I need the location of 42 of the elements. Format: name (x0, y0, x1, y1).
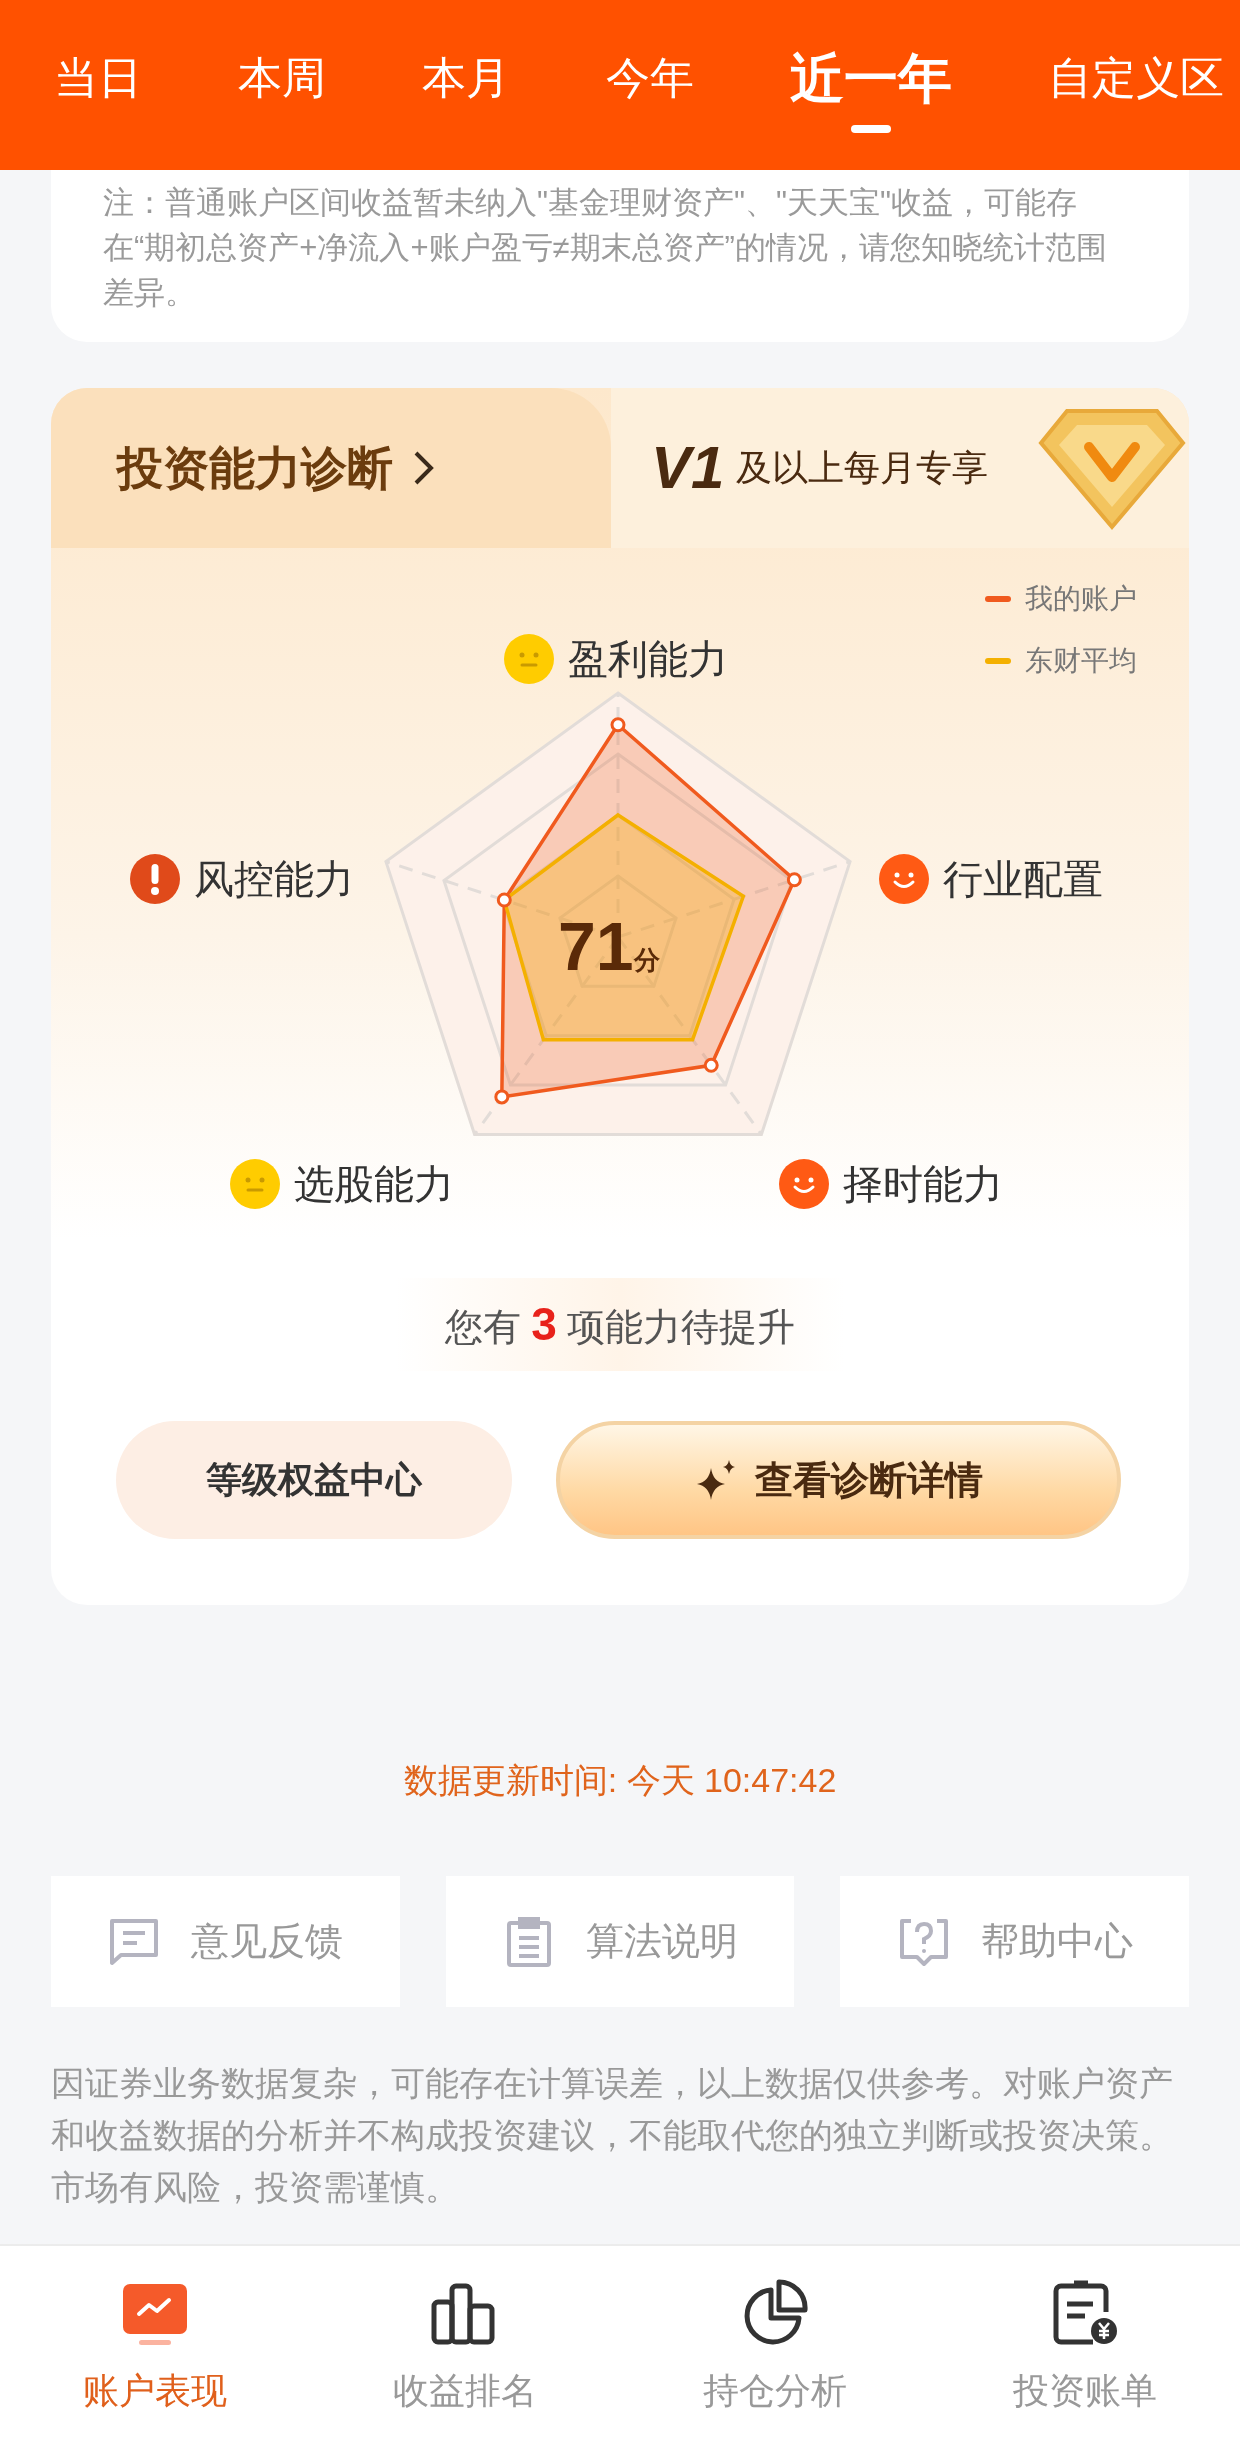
footer-link[interactable]: 意见反馈 (51, 1876, 400, 2007)
score-unit: 分 (633, 944, 660, 977)
nav-item[interactable]: 持仓分析 (620, 2246, 930, 2449)
ability-label: 选股能力 (294, 1161, 454, 1208)
nav-item[interactable]: 账户表现 (0, 2246, 310, 2449)
ability-label: 盈利能力 (568, 636, 728, 683)
period-tab[interactable]: 本月 (422, 45, 510, 125)
footer-link[interactable]: 帮助中心 (840, 1876, 1189, 2007)
view-details-button[interactable]: 查看诊断详情 (556, 1421, 1121, 1539)
diagnosis-title-link[interactable]: 投资能力诊断 (51, 388, 611, 548)
chevron-right-icon (413, 450, 435, 486)
warning-icon (130, 854, 180, 904)
legend-label: 我的账户 (1025, 582, 1137, 616)
ability-label: 风控能力 (194, 856, 354, 903)
data-point (703, 1057, 719, 1073)
vip-text: 及以上每月专享 (736, 446, 989, 490)
tab-indicator (851, 124, 891, 133)
period-tab[interactable]: 自定义区 (1048, 45, 1224, 125)
ability-label: 行业配置 (943, 856, 1103, 903)
legend-label: 东财平均 (1025, 644, 1137, 678)
score-value: 71 (558, 912, 634, 980)
period-tab[interactable]: 近一年 (790, 37, 952, 133)
update-time: 数据更新时间: 今天 10:47:42 (402, 1760, 838, 1801)
ability-label: 择时能力 (843, 1161, 1003, 1208)
level-benefits-button[interactable]: 等级权益中心 (116, 1421, 512, 1539)
smiley-icon (879, 854, 929, 904)
period-tab[interactable]: 本周 (238, 45, 326, 125)
data-point (786, 872, 802, 888)
data-point (496, 892, 512, 908)
footer-link[interactable]: 算法说明 (445, 1876, 795, 2007)
smiley-icon (779, 1159, 829, 1209)
data-point (494, 1089, 510, 1105)
neutral-face-icon (504, 634, 554, 684)
period-tab[interactable]: 当日 (54, 45, 142, 125)
period-tab[interactable]: 今年 (606, 45, 694, 125)
data-point (610, 717, 626, 733)
nav-item[interactable]: 收益排名 (310, 2246, 620, 2449)
vip-level: V1 (651, 433, 725, 503)
nav-item[interactable]: 投资账单 (930, 2246, 1240, 2449)
neutral-face-icon (230, 1159, 280, 1209)
disclaimer-text: 因证券业务数据复杂，可能存在计算误差，以上数据仅供参考。对账户资产和收益数据的分析并不构成投资建议，不能取代您的独立判断或投资决策。市场有风险，投资需谨慎。 (51, 2063, 1174, 2208)
note-text: 注：普通账户区间收益暂未纳入"基金理财资产"、"天天宝"收益，可能存在“期初总资产+净流入+账户盈亏≠期末总资产”的情况，请您知晓统计范围差异。 (103, 184, 1108, 312)
